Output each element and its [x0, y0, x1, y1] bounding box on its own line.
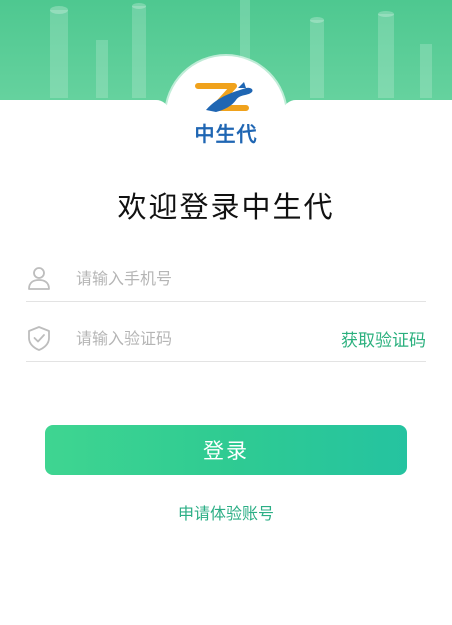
shield-check-icon	[28, 326, 50, 351]
phone-field	[26, 257, 426, 302]
code-field: 获取验证码	[26, 317, 426, 362]
dinosaur-logo-icon	[195, 82, 253, 112]
brand-name: 中生代	[194, 122, 258, 146]
get-code-button[interactable]: 获取验证码	[341, 326, 426, 351]
apply-trial-account-link[interactable]: 申请体验账号	[0, 500, 452, 524]
welcome-title: 欢迎登录中生代	[117, 190, 335, 224]
verification-code-input[interactable]	[76, 323, 296, 353]
brand-logo: 中生代	[166, 56, 286, 176]
user-icon	[28, 267, 50, 290]
login-button[interactable]: 登录	[45, 425, 407, 475]
phone-input[interactable]	[76, 263, 296, 293]
